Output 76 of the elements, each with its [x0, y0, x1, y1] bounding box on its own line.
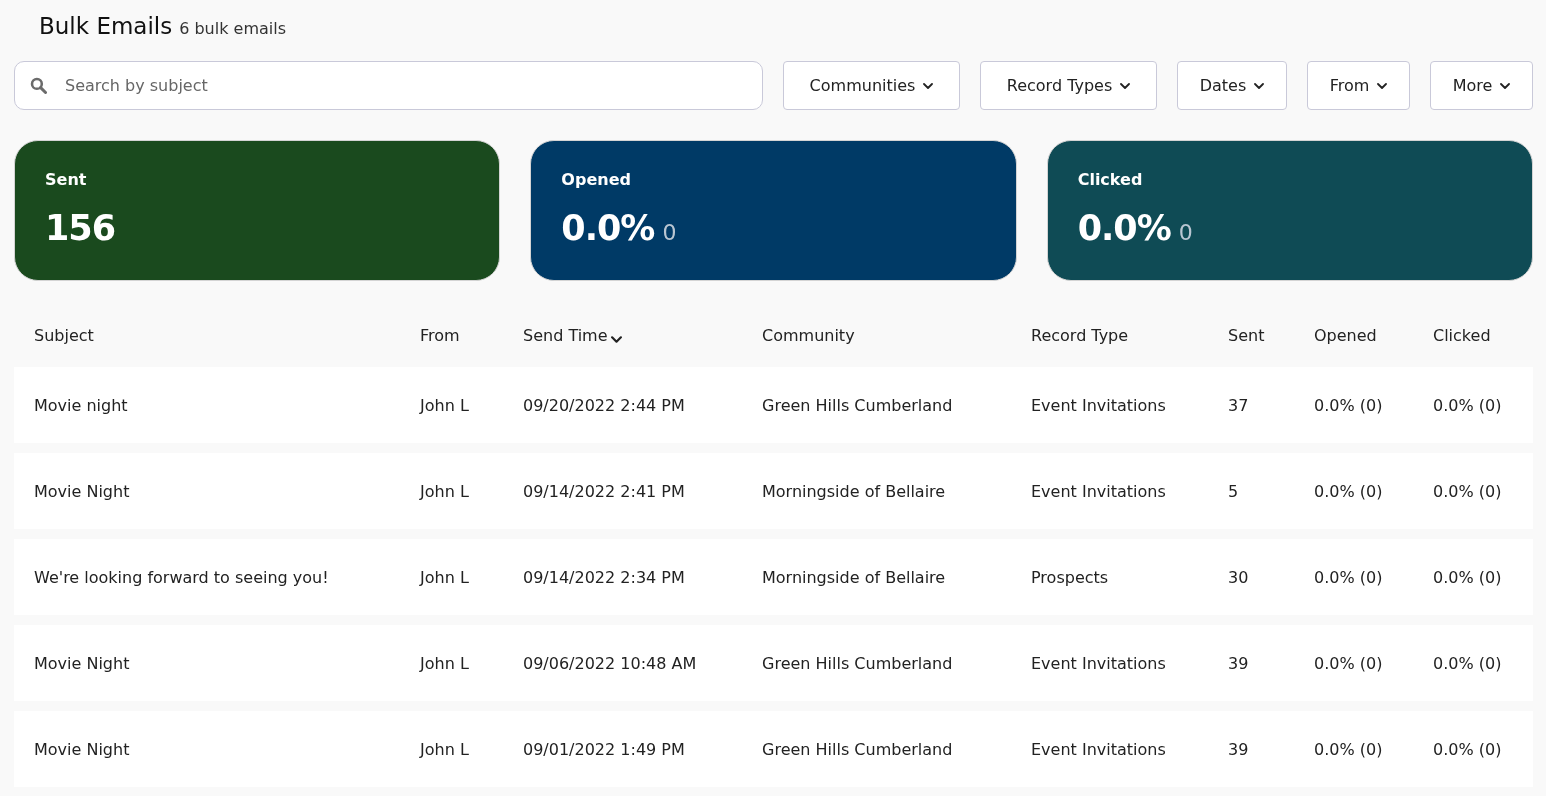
table-cell: 0.0% (0) — [1433, 481, 1502, 501]
table-cell: Event Invitations — [1031, 395, 1166, 415]
table-row[interactable]: We're looking forward to seeing you! John L 09/14/2022 2:34 PM Morningside of Bellaire Prospects 30 0.0% (0) 0.0% (0) — [14, 539, 1533, 615]
stat-label: Opened — [561, 169, 631, 191]
chevron-down-icon — [923, 82, 934, 89]
table-cell: John L — [420, 739, 469, 759]
table-cell: 09/14/2022 2:41 PM — [523, 481, 685, 501]
column-header[interactable]: Record Type — [1031, 325, 1129, 345]
table-cell: 39 — [1228, 653, 1249, 673]
search-field[interactable]: Search by subject — [14, 61, 763, 110]
chevron-down-icon — [1377, 82, 1388, 89]
table-cell: We're looking forward to seeing you! — [34, 567, 329, 587]
table-cell: 0.0% (0) — [1314, 481, 1383, 501]
table-cell: 0.0% (0) — [1433, 653, 1502, 673]
search-icon — [30, 77, 47, 94]
table-cell: 0.0% (0) — [1314, 739, 1383, 759]
stat-label: Sent — [45, 169, 87, 191]
table-cell: 0.0% (0) — [1433, 739, 1502, 759]
table-cell: Event Invitations — [1031, 739, 1166, 759]
table-cell: Green Hills Cumberland — [762, 395, 953, 415]
chevron-down-icon — [1254, 82, 1265, 89]
filter-dropdown[interactable]: From — [1307, 61, 1410, 110]
stat-label: Clicked — [1077, 169, 1143, 191]
stat-count: 0 — [662, 220, 677, 245]
table-cell: Event Invitations — [1031, 481, 1166, 501]
filter-dropdown[interactable]: Record Types — [980, 61, 1157, 110]
table-cell: Movie Night — [34, 481, 130, 501]
column-header[interactable]: Sent — [1228, 325, 1265, 345]
table-cell: Event Invitations — [1031, 653, 1166, 673]
table-cell: John L — [420, 567, 469, 587]
table-cell: Movie Night — [34, 653, 130, 673]
table-cell: 0.0% (0) — [1433, 395, 1502, 415]
table-row[interactable]: Movie Night John L 09/14/2022 2:41 PM Morningside of Bellaire Event Invitations 5 0.0% (0) 0.0% (0) — [14, 453, 1533, 529]
table-cell: 39 — [1228, 739, 1249, 759]
table-row[interactable]: Movie Night John L 09/06/2022 10:48 AM Green Hills Cumberland Event Invitations 39 0.0% (0) 0.0% (0) — [14, 625, 1533, 701]
column-header[interactable]: Send Time — [523, 325, 608, 345]
stat-value: 0.0% — [561, 207, 655, 250]
column-header[interactable]: Community — [762, 325, 855, 345]
filter-dropdown[interactable]: More — [1430, 61, 1533, 110]
table-cell: 0.0% (0) — [1314, 567, 1383, 587]
table-cell: John L — [420, 395, 469, 415]
table-cell: Movie night — [34, 395, 128, 415]
column-header[interactable]: From — [420, 325, 460, 345]
table-cell: Morningside of Bellaire — [762, 567, 946, 587]
chevron-down-icon — [1120, 82, 1131, 89]
column-header[interactable]: Clicked — [1433, 325, 1491, 345]
table-cell: 30 — [1228, 567, 1249, 587]
table-cell: 0.0% (0) — [1314, 395, 1383, 415]
table-cell: 09/14/2022 2:34 PM — [523, 567, 685, 587]
filter-dropdown[interactable]: Dates — [1177, 61, 1287, 110]
table-cell: 09/06/2022 10:48 AM — [523, 653, 697, 673]
email-count: 6 bulk emails — [179, 19, 286, 38]
table-cell: 09/01/2022 1:49 PM — [523, 739, 685, 759]
table-cell: Movie Night — [34, 739, 130, 759]
table-cell: 5 — [1228, 481, 1239, 501]
table-cell: 37 — [1228, 395, 1249, 415]
table-cell: 0.0% (0) — [1314, 653, 1383, 673]
table-cell: Morningside of Bellaire — [762, 481, 946, 501]
table-row[interactable]: Movie Night John L 09/01/2022 1:49 PM Green Hills Cumberland Event Invitations 39 0.0% (0) 0.0% (0) — [14, 711, 1533, 787]
sort-descending-icon[interactable] — [610, 335, 622, 343]
table-cell: Green Hills Cumberland — [762, 739, 953, 759]
chevron-down-icon — [1500, 82, 1511, 89]
table-cell: Green Hills Cumberland — [762, 653, 953, 673]
table-cell: 09/20/2022 2:44 PM — [523, 395, 685, 415]
filter-dropdown[interactable]: Communities — [783, 61, 960, 110]
column-header[interactable]: Subject — [34, 325, 94, 345]
table-cell: John L — [420, 653, 469, 673]
table-cell: 0.0% (0) — [1433, 567, 1502, 587]
table-row[interactable]: Movie night John L 09/20/2022 2:44 PM Green Hills Cumberland Event Invitations 37 0.0% (0) 0.0% (0) — [14, 367, 1533, 443]
stat-count: 0 — [1178, 220, 1193, 245]
stat-value: 156 — [45, 207, 116, 250]
page-title: Bulk Emails — [39, 12, 173, 41]
column-header[interactable]: Opened — [1314, 325, 1377, 345]
table-cell: Prospects — [1031, 567, 1109, 587]
table-cell: John L — [420, 481, 469, 501]
stat-value: 0.0% — [1077, 207, 1171, 250]
